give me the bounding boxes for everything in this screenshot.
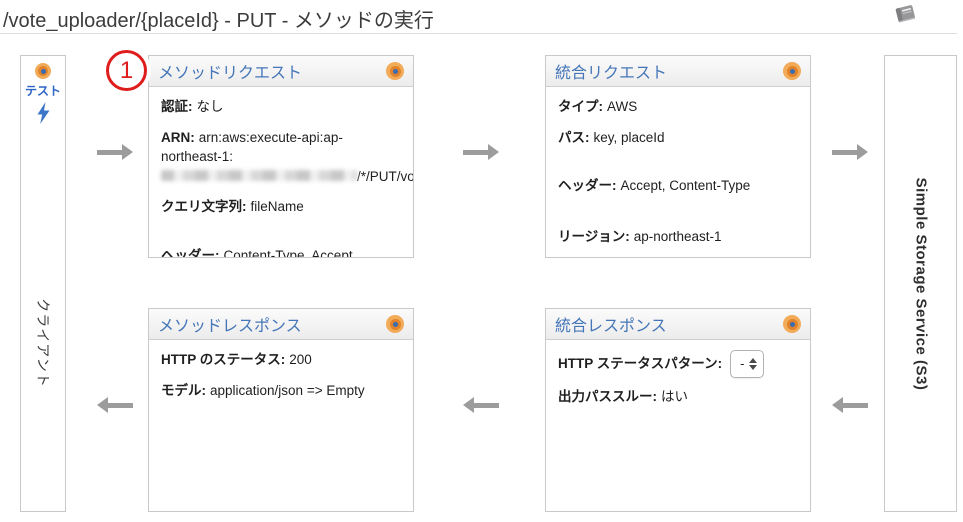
arn-redacted-blur — [161, 169, 357, 181]
test-control[interactable]: テスト — [21, 63, 65, 124]
annotation-circle-1: 1 — [106, 50, 147, 91]
flow-arrow-integration-request-to-s3 — [832, 144, 868, 160]
integration-headers-value: Accept, Content-Type — [620, 178, 751, 194]
method-request-body: 認証: なし ARN: arn:aws:execute-api:ap-northea… — [149, 87, 413, 258]
method-response-title-link[interactable]: メソッドレスポンス — [158, 312, 380, 336]
target-icon — [386, 315, 404, 333]
book-icon[interactable] — [893, 2, 921, 28]
method-request-title-link[interactable]: メソッドリクエスト — [158, 59, 380, 83]
model-label: モデル: — [161, 382, 206, 398]
http-status-pattern-select[interactable]: - — [730, 350, 765, 378]
page-title: /vote_uploader/{placeId} - PUT - メソッドの実行 — [3, 10, 434, 32]
type-label: タイプ: — [558, 99, 603, 114]
path-row: パス: key, placeId — [558, 128, 798, 148]
method-request-panel: メソッドリクエスト 認証: なし ARN: arn:aws:execute-api:… — [148, 55, 414, 258]
auth-value: なし — [196, 99, 224, 114]
method-response-header: メソッドレスポンス — [149, 309, 413, 340]
region-row: リージョン: ap-northeast-1 — [558, 227, 798, 247]
target-icon — [386, 62, 404, 80]
type-row: タイプ: AWS — [558, 97, 798, 117]
title-divider — [0, 33, 957, 34]
client-label: クライアント — [35, 297, 51, 388]
method-request-header: メソッドリクエスト — [149, 56, 413, 87]
target-icon — [35, 63, 51, 79]
auth-label: 認証: — [161, 99, 193, 114]
query-string-value: fileName — [250, 199, 304, 215]
integration-request-body: タイプ: AWS パス: key, placeId ヘッダー: Accept, Con… — [546, 87, 810, 257]
target-icon — [783, 62, 801, 80]
method-response-panel: メソッドレスポンス HTTP のステータス: 200 モデル: applicatio… — [148, 308, 414, 512]
request-headers-value: Content-Type, Accept — [223, 247, 353, 258]
integration-response-panel: 統合レスポンス HTTP ステータスパターン: - 出力パススルー: はい — [545, 308, 811, 512]
arn-row: ARN: arn:aws:execute-api:ap-northeast-1:/… — [161, 128, 413, 187]
integration-response-header: 統合レスポンス — [546, 309, 810, 340]
path-value: key, placeId — [593, 129, 665, 145]
query-string-row: クエリ文字列: fileName — [161, 197, 401, 217]
method-execution-diagram: /vote_uploader/{placeId} - PUT - メソッドの実行… — [0, 0, 963, 522]
type-value: AWS — [607, 99, 638, 114]
auth-row: 認証: なし — [161, 97, 401, 117]
client-panel: テスト クライアント — [20, 55, 66, 512]
arn-label: ARN: — [161, 129, 195, 145]
passthrough-label: 出力パススルー: — [558, 389, 657, 404]
passthrough-row: 出力パススルー: はい — [558, 387, 798, 407]
http-status-value: 200 — [289, 352, 312, 367]
book-icon-glyph — [895, 5, 916, 23]
annotation-number: 1 — [119, 56, 134, 84]
http-status-label: HTTP のステータス: — [161, 352, 286, 367]
integration-request-title-link[interactable]: 統合リクエスト — [555, 59, 777, 83]
integration-response-body: HTTP ステータスパターン: - 出力パススルー: はい — [546, 340, 810, 428]
request-headers-row: ヘッダー: Content-Type, Accept — [161, 246, 401, 258]
stepper-arrows-icon — [749, 358, 758, 370]
method-response-body: HTTP のステータス: 200 モデル: application/json => … — [149, 340, 413, 421]
s3-panel: Simple Storage Service (S3) — [884, 55, 957, 512]
request-headers-label: ヘッダー: — [161, 247, 220, 258]
flow-arrow-method-response-to-client — [97, 397, 133, 413]
integration-request-panel: 統合リクエスト タイプ: AWS パス: key, placeId ヘッダー: Acc… — [545, 55, 811, 258]
http-status-row: HTTP のステータス: 200 — [161, 350, 401, 370]
passthrough-value: はい — [661, 389, 688, 404]
integration-request-header: 統合リクエスト — [546, 56, 810, 87]
integration-headers-label: ヘッダー: — [558, 178, 617, 194]
integration-headers-row: ヘッダー: Accept, Content-Type — [558, 176, 798, 196]
model-row: モデル: application/json => Empty — [161, 381, 401, 401]
region-label: リージョン: — [558, 228, 630, 244]
status-pattern-label: HTTP ステータスパターン: — [558, 356, 723, 372]
arn-value-suffix: /*/PUT/vot — [357, 168, 414, 184]
query-string-label: クエリ文字列: — [161, 199, 247, 215]
integration-response-title-link[interactable]: 統合レスポンス — [555, 312, 777, 336]
flow-arrow-integration-to-method-response — [463, 397, 499, 413]
target-icon — [783, 315, 801, 333]
http-status-pattern-value: - — [740, 355, 745, 371]
test-link-label[interactable]: テスト — [25, 82, 61, 99]
flow-arrow-client-to-method-request — [97, 144, 133, 160]
s3-label: Simple Storage Service (S3) — [912, 177, 929, 390]
path-label: パス: — [558, 129, 590, 145]
flow-arrow-method-to-integration-request — [463, 144, 499, 160]
status-pattern-row: HTTP ステータスパターン: - — [558, 350, 798, 378]
flow-arrow-s3-to-integration-response — [832, 397, 868, 413]
lightning-icon[interactable] — [36, 102, 51, 124]
model-value: application/json => Empty — [210, 382, 365, 398]
region-value: ap-northeast-1 — [633, 228, 722, 244]
